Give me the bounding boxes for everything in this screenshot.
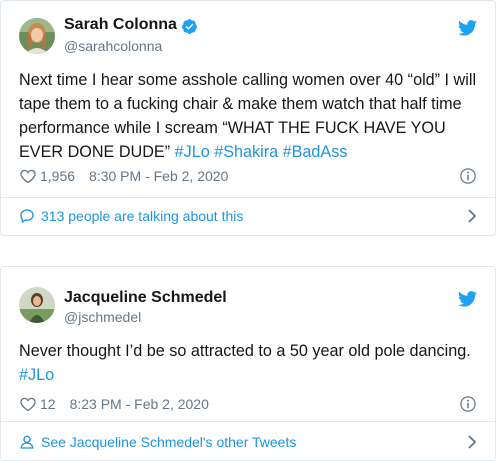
tweet-text-content: Never thought I’d be so attracted to a 5… [19,342,471,360]
tweet-text: Next time I hear some asshole calling wo… [19,68,481,164]
avatar[interactable] [19,287,55,323]
timestamp[interactable]: 8:23 PM - Feb 2, 2020 [70,396,209,412]
twitter-bird-icon[interactable] [458,20,477,36]
hashtag-link[interactable]: #BadAss [283,143,348,161]
conversation-link[interactable]: 313 people are talking about this [19,204,477,228]
chevron-right-icon[interactable] [467,208,477,224]
conversation-link-label[interactable]: 313 people are talking about this [41,208,243,224]
heart-icon[interactable] [19,167,37,185]
tweet-card: Sarah Colonna @sarahcolonna Next time I … [0,0,496,236]
info-icon[interactable] [459,395,477,413]
hashtag-link[interactable]: #JLo [175,143,210,161]
avatar[interactable] [19,18,55,54]
profile-link-label[interactable]: See Jacqueline Schmedel's other Tweets [41,434,296,450]
tweet-text: Never thought I’d be so attracted to a 5… [19,339,481,387]
author-name[interactable]: Sarah Colonna [64,16,177,34]
chevron-right-icon[interactable] [467,434,477,450]
hashtag-link[interactable]: #Shakira [214,143,278,161]
divider [1,197,495,198]
author-handle[interactable]: @sarahcolonna [64,38,162,54]
tweet-card: Jacqueline Schmedel @jschmedel Never tho… [0,266,496,461]
heart-icon[interactable] [19,395,37,413]
twitter-bird-icon[interactable] [458,291,477,307]
comment-icon [20,209,34,224]
like-count[interactable]: 1,956 [40,168,75,184]
verified-badge-icon [182,19,197,34]
like-count[interactable]: 12 [40,396,56,412]
person-icon [20,435,34,449]
author-handle[interactable]: @jschmedel [64,309,141,325]
divider [1,421,495,422]
info-icon[interactable] [459,167,477,185]
timestamp[interactable]: 8:30 PM - Feb 2, 2020 [89,168,228,184]
tweet-meta: 12 8:23 PM - Feb 2, 2020 [19,394,477,414]
hashtag-link[interactable]: #JLo [19,366,54,384]
profile-link[interactable]: See Jacqueline Schmedel's other Tweets [19,430,477,454]
tweet-meta: 1,956 8:30 PM - Feb 2, 2020 [19,166,477,186]
author-name[interactable]: Jacqueline Schmedel [64,289,227,307]
